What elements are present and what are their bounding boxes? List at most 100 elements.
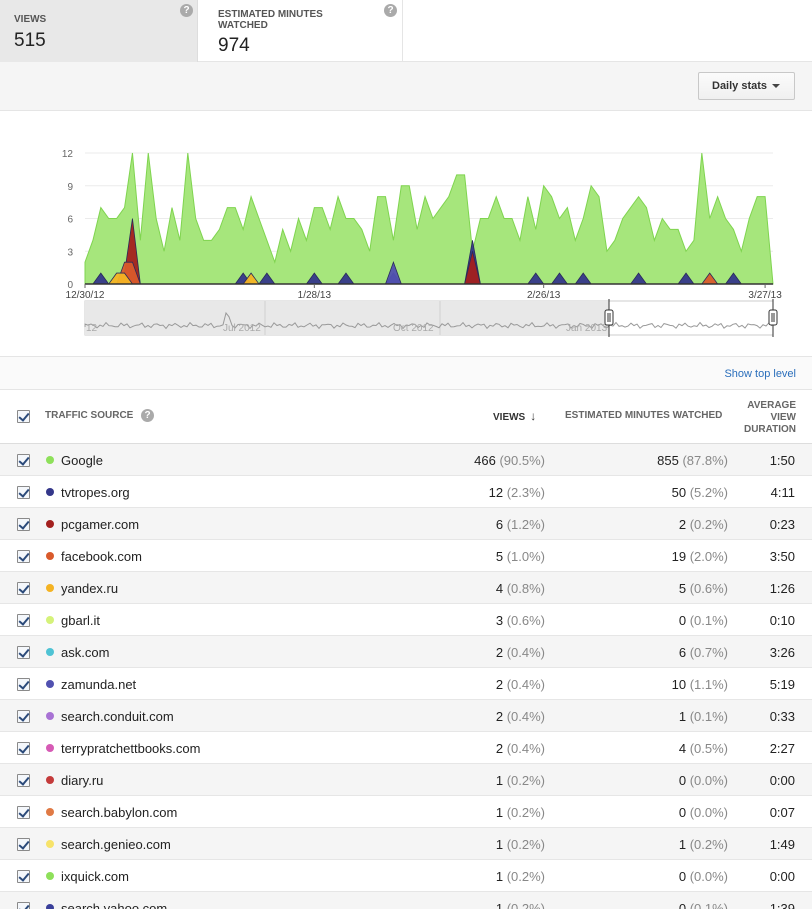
y-tick-label: 12 [62, 149, 74, 160]
row-checkbox[interactable] [17, 646, 30, 659]
minutes-value: 6 [678, 645, 687, 660]
traffic-source-name[interactable]: search.babylon.com [61, 805, 177, 820]
table-row[interactable]: tvtropes.org 12 (2.3%) 50 (5.2%) 4:11 [0, 476, 812, 508]
row-checkbox[interactable] [17, 806, 30, 819]
x-tick-label: 1/28/13 [298, 290, 332, 301]
row-checkbox[interactable] [17, 486, 30, 499]
row-checkbox[interactable] [17, 710, 30, 723]
row-checkbox[interactable] [17, 614, 30, 627]
traffic-source-name[interactable]: yandex.ru [61, 581, 118, 596]
minutes-cell: 0 (0.0%) [679, 773, 728, 788]
views-cell: 2 (0.4%) [496, 709, 545, 724]
show-top-level-link[interactable]: Show top level [724, 368, 796, 380]
row-checkbox[interactable] [17, 774, 30, 787]
minutes-cell: 0 (0.1%) [679, 901, 728, 909]
views-area-chart[interactable]: 03691212/30/12 1/28/13 2/26/13 3/27/1312 Jul… [0, 111, 812, 356]
row-checkbox[interactable] [17, 902, 30, 909]
table-row[interactable]: facebook.com 5 (1.0%) 19 (2.0%) 3:50 [0, 540, 812, 572]
chevron-down-icon [772, 84, 780, 88]
table-row[interactable]: search.genieo.com 1 (0.2%) 1 (0.2%) 1:49 [0, 828, 812, 860]
duration-cell: 3:50 [769, 549, 795, 564]
views-percent: (0.4%) [506, 677, 545, 692]
row-checkbox[interactable] [17, 838, 30, 851]
x-tick-label: 2/26/13 [527, 290, 561, 301]
views-percent: (0.8%) [506, 581, 545, 596]
minutes-percent: (0.6%) [689, 581, 728, 596]
minutes-value: 0 [678, 869, 687, 884]
table-row[interactable]: diary.ru 1 (0.2%) 0 (0.0%) 0:00 [0, 764, 812, 796]
traffic-source-name[interactable]: ixquick.com [61, 869, 129, 884]
views-value: 3 [495, 613, 504, 628]
row-checkbox[interactable] [17, 454, 30, 467]
traffic-source-name[interactable]: diary.ru [61, 773, 103, 788]
table-row[interactable]: gbarl.it 3 (0.6%) 0 (0.1%) 0:10 [0, 604, 812, 636]
table-row[interactable]: pcgamer.com 6 (1.2%) 2 (0.2%) 0:23 [0, 508, 812, 540]
views-cell: 3 (0.6%) [496, 613, 545, 628]
help-icon[interactable]: ? [180, 4, 193, 17]
table-row[interactable]: search.conduit.com 2 (0.4%) 1 (0.1%) 0:33 [0, 700, 812, 732]
duration-cell: 0:33 [769, 709, 795, 724]
traffic-source-name[interactable]: search.yahoo.com [61, 901, 167, 909]
views-percent: (0.2%) [506, 869, 545, 884]
table-row[interactable]: zamunda.net 2 (0.4%) 10 (1.1%) 5:19 [0, 668, 812, 700]
views-percent: (2.3%) [506, 485, 545, 500]
header-views[interactable]: VIEWS ↓ [493, 410, 536, 424]
header-traffic-source[interactable]: TRAFFIC SOURCE [45, 410, 133, 422]
metric-label: VIEWS [14, 14, 47, 25]
traffic-source-name[interactable]: Google [61, 453, 103, 468]
row-checkbox[interactable] [17, 870, 30, 883]
range-handle[interactable] [768, 309, 778, 326]
navigator-label: Oct 2012 [393, 323, 434, 334]
help-icon[interactable]: ? [141, 409, 154, 422]
table-row[interactable]: ixquick.com 1 (0.2%) 0 (0.0%) 0:00 [0, 860, 812, 892]
metric-value: 515 [14, 30, 46, 51]
header-minutes-watched[interactable]: ESTIMATED MINUTES WATCHED [565, 410, 722, 422]
sort-desc-icon: ↓ [530, 409, 537, 423]
views-value: 12 [488, 485, 504, 500]
table-row[interactable]: yandex.ru 4 (0.8%) 5 (0.6%) 1:26 [0, 572, 812, 604]
minutes-value: 0 [678, 901, 687, 909]
series-color-dot [46, 712, 54, 720]
views-percent: (0.4%) [506, 645, 545, 660]
duration-cell: 0:00 [769, 773, 795, 788]
minutes-cell: 50 (5.2%) [672, 485, 728, 500]
traffic-source-name[interactable]: ask.com [61, 645, 109, 660]
select-all-checkbox[interactable] [17, 410, 30, 423]
range-handle[interactable] [604, 309, 614, 326]
y-tick-label: 9 [67, 182, 73, 193]
minutes-cell: 1 (0.1%) [679, 709, 728, 724]
row-checkbox[interactable] [17, 518, 30, 531]
traffic-source-name[interactable]: search.genieo.com [61, 837, 171, 852]
series-color-dot [46, 520, 54, 528]
metric-tab-minutes-watched[interactable]: ESTIMATED MINUTES WATCHED 974 ? [198, 0, 403, 62]
minutes-value: 10 [671, 677, 687, 692]
traffic-source-name[interactable]: terrypratchettbooks.com [61, 741, 200, 756]
row-checkbox[interactable] [17, 742, 30, 755]
minutes-cell: 10 (1.1%) [672, 677, 728, 692]
table-row[interactable]: search.yahoo.com 1 (0.2%) 0 (0.1%) 1:39 [0, 892, 812, 909]
row-checkbox[interactable] [17, 550, 30, 563]
row-checkbox[interactable] [17, 678, 30, 691]
table-row[interactable]: ask.com 2 (0.4%) 6 (0.7%) 3:26 [0, 636, 812, 668]
traffic-source-name[interactable]: zamunda.net [61, 677, 136, 692]
table-row[interactable]: Google 466 (90.5%) 855 (87.8%) 1:50 [0, 444, 812, 476]
views-cell: 1 (0.2%) [496, 805, 545, 820]
row-checkbox[interactable] [17, 582, 30, 595]
metric-tab-views[interactable]: VIEWS 515 ? [0, 0, 198, 62]
traffic-source-name[interactable]: facebook.com [61, 549, 142, 564]
y-tick-label: 6 [67, 215, 73, 226]
header-avg-duration[interactable]: AVERAGE VIEW DURATION [730, 400, 796, 436]
help-icon[interactable]: ? [384, 4, 397, 17]
table-row[interactable]: search.babylon.com 1 (0.2%) 0 (0.0%) 0:07 [0, 796, 812, 828]
minutes-cell: 5 (0.6%) [679, 581, 728, 596]
views-percent: (0.2%) [506, 805, 545, 820]
header-views-label: VIEWS [493, 412, 526, 423]
y-tick-label: 3 [67, 247, 73, 258]
traffic-source-name[interactable]: gbarl.it [61, 613, 100, 628]
traffic-source-name[interactable]: tvtropes.org [61, 485, 130, 500]
traffic-source-name[interactable]: pcgamer.com [61, 517, 139, 532]
daily-stats-dropdown[interactable]: Daily stats [698, 72, 795, 100]
table-row[interactable]: terrypratchettbooks.com 2 (0.4%) 4 (0.5%) 2… [0, 732, 812, 764]
x-tick-label: 12/30/12 [66, 290, 105, 301]
traffic-source-name[interactable]: search.conduit.com [61, 709, 174, 724]
